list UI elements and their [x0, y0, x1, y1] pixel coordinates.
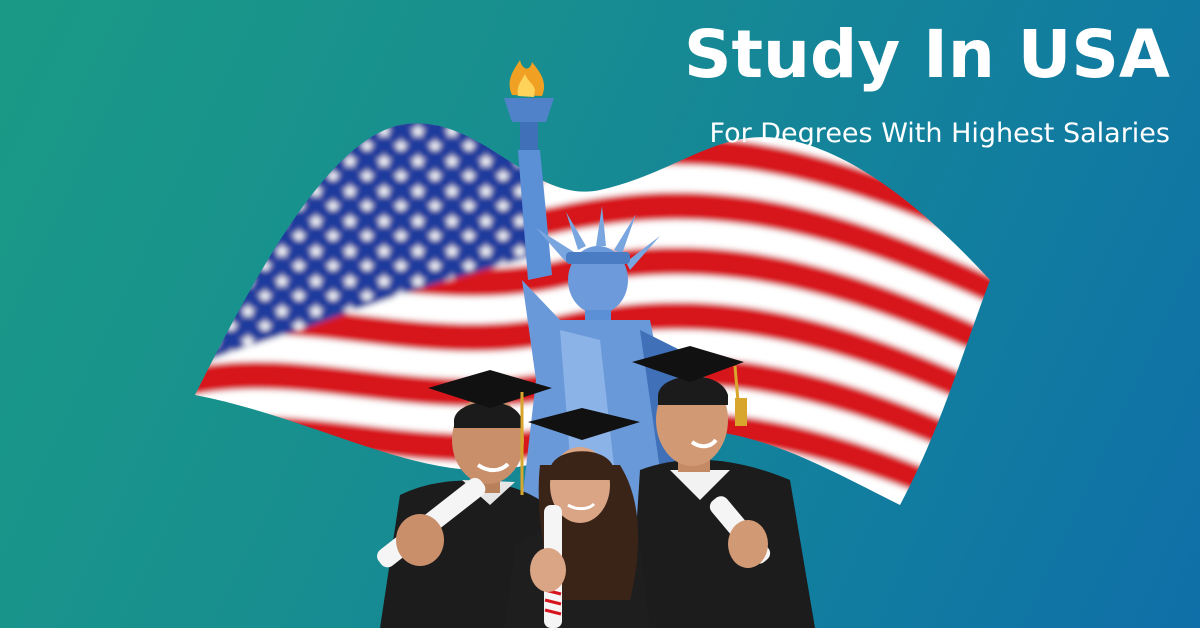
banner-subtitle: For Degrees With Highest Salaries [709, 118, 1171, 149]
banner-title: Study In USA [683, 16, 1170, 93]
illustration [195, 60, 990, 628]
study-usa-banner: Study In USA For Degrees With Highest Sa… [0, 0, 1200, 628]
